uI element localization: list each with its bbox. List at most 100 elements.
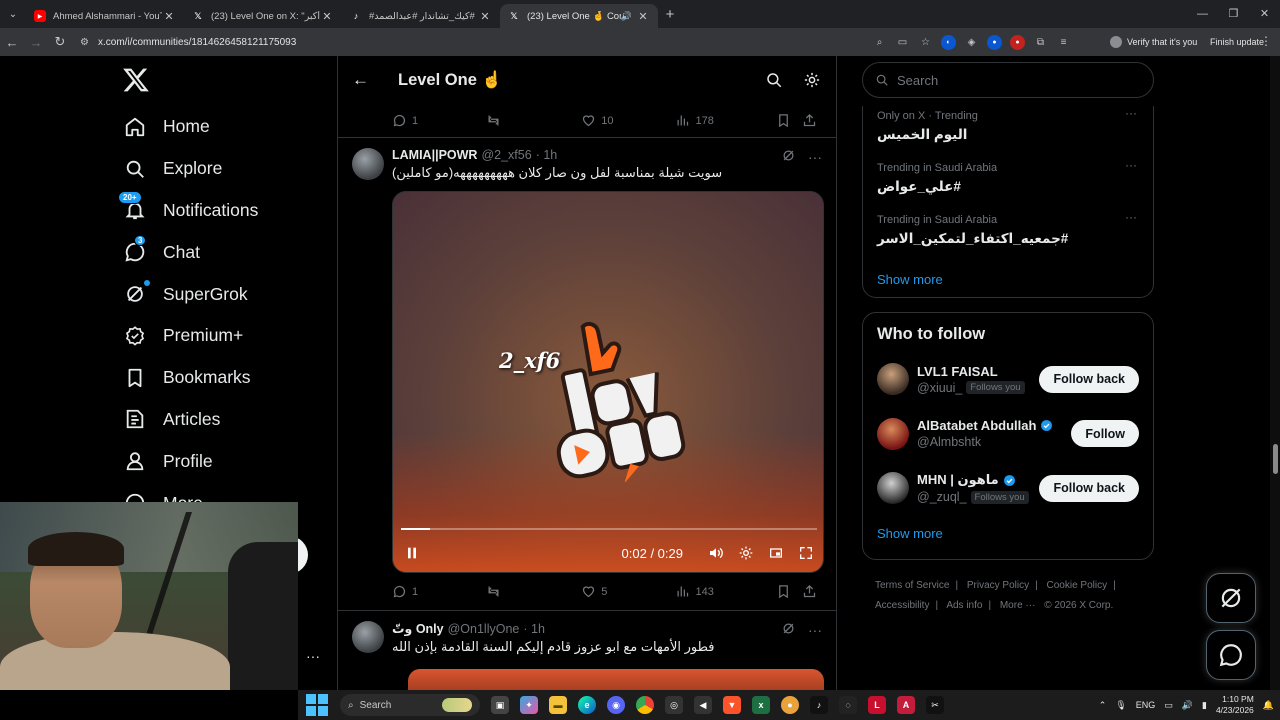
browser-tab[interactable]: ▶ Ahmed Alshammari - YouTube ✕	[26, 4, 184, 28]
windows-start-icon[interactable]	[306, 694, 328, 716]
page-scrollbar[interactable]	[1270, 56, 1280, 690]
notification-bell-icon[interactable]: 🔔	[1263, 700, 1274, 711]
nav-notifications[interactable]: 20+ Notifications	[118, 190, 258, 232]
account-more-icon[interactable]: ···	[306, 648, 320, 664]
scrollbar-thumb[interactable]	[1273, 444, 1278, 474]
close-icon[interactable]: ✕	[478, 10, 492, 23]
volume-icon[interactable]	[707, 544, 725, 562]
media-control-icon[interactable]: ≡	[1056, 35, 1071, 50]
avatar[interactable]	[352, 621, 384, 653]
app-icon[interactable]: ◎	[665, 696, 683, 714]
close-window-icon[interactable]: ✕	[1249, 0, 1280, 28]
follow-suggestion[interactable]: AlBatabet Abdullah @Almbshtk Follow	[863, 407, 1153, 462]
browser-tab[interactable]: ♪ #مجه #كيك_تشاندار #عبدالصمد ✕	[342, 4, 500, 28]
star-icon[interactable]: ☆	[918, 35, 933, 50]
site-info-icon[interactable]: ⚙	[80, 37, 98, 48]
avatar[interactable]	[877, 363, 909, 396]
avatar[interactable]	[877, 417, 909, 450]
footer-link[interactable]: Cookie Policy	[1047, 580, 1108, 591]
footer-link[interactable]: Ads info	[946, 600, 982, 611]
repost-button[interactable]	[486, 113, 581, 128]
footer-link[interactable]: Accessibility	[875, 600, 929, 611]
clock[interactable]: 1:10 PM 4/23/2026	[1216, 694, 1254, 716]
close-icon[interactable]: ✕	[320, 10, 334, 23]
trends-show-more-link[interactable]: Show more	[863, 272, 1153, 287]
author-name[interactable]: LAMIA||POWR	[392, 148, 477, 162]
extension-icon[interactable]: ●	[987, 34, 1002, 50]
speaker-icon[interactable]: 🔊	[621, 11, 632, 22]
address-bar[interactable]: ⚙ x.com/i/communities/181462645812117509…	[80, 31, 868, 53]
close-icon[interactable]: ✕	[162, 10, 176, 23]
back-arrow-icon[interactable]: ←	[0, 35, 24, 50]
microphone-icon[interactable]: 🎙	[1115, 700, 1126, 711]
post-media[interactable]	[408, 669, 824, 690]
trend-item[interactable]: Trending in Saudi Arabia #جمعيه_اكتفاء_ل…	[863, 210, 1153, 266]
network-icon[interactable]: ▭	[1164, 700, 1173, 711]
trend-item[interactable]: Trending in Saudi Arabia #علي_عواض ···	[863, 158, 1153, 214]
volume-icon[interactable]: 🔊	[1182, 700, 1193, 711]
app-icon[interactable]: A	[897, 696, 915, 714]
file-explorer-icon[interactable]: ▬	[549, 696, 567, 714]
reply-button[interactable]: 1	[392, 584, 486, 599]
grok-icon[interactable]	[781, 148, 796, 166]
views-button[interactable]: 178	[675, 113, 776, 128]
more-options-icon[interactable]: ···	[808, 149, 822, 165]
reply-button[interactable]: 1	[392, 113, 486, 128]
footer-link[interactable]: More ···	[1000, 600, 1036, 611]
trend-item[interactable]: Only on X · Trending اليوم الخميس ···	[863, 106, 1153, 162]
chrome-icon[interactable]	[636, 696, 654, 714]
avatar[interactable]	[352, 148, 384, 180]
author-name[interactable]: وتّ Only	[392, 621, 444, 636]
follow-back-button[interactable]: Follow back	[1039, 365, 1139, 393]
footer-link[interactable]: Terms of Service	[875, 580, 949, 591]
app-icon[interactable]: ◀	[694, 696, 712, 714]
post-time[interactable]: · 1h	[536, 148, 558, 162]
follow-name-row[interactable]: MHN | ماهون	[917, 472, 1039, 488]
nav-premium[interactable]: Premium+	[122, 315, 258, 357]
follow-back-button[interactable]: Follow back	[1039, 474, 1139, 502]
chevron-up-icon[interactable]: ⌃	[1099, 700, 1107, 711]
battery-icon[interactable]: ▮	[1202, 700, 1207, 711]
pause-icon[interactable]	[403, 544, 421, 562]
x-logo-icon[interactable]	[122, 66, 150, 94]
follow-name-row[interactable]: AlBatabet Abdullah	[917, 418, 1071, 433]
follow-suggestion[interactable]: LVL1 FAISAL @xiuui_ Follows you Follow b…	[863, 352, 1153, 407]
repost-button[interactable]	[486, 584, 581, 599]
author-handle[interactable]: @2_xf56	[481, 148, 531, 162]
search-icon[interactable]	[764, 70, 784, 90]
fullscreen-icon[interactable]	[797, 544, 815, 562]
nav-supergrok[interactable]: SuperGrok	[122, 273, 258, 315]
footer-link[interactable]: Privacy Policy	[967, 580, 1029, 591]
discord-icon[interactable]: ◉	[607, 696, 625, 714]
author-handle[interactable]: @On1llyOne	[448, 622, 520, 636]
follow-name[interactable]: LVL1 FAISAL	[917, 364, 1039, 379]
cast-icon[interactable]: ▭	[895, 35, 910, 50]
more-options-icon[interactable]: ···	[1125, 106, 1137, 120]
browser-tab-active[interactable]: 𝕏 (23) Level One 🤞 Communi 🔊 ✕	[500, 4, 658, 28]
messages-fab-button[interactable]	[1206, 630, 1256, 680]
more-options-icon[interactable]: ···	[1125, 210, 1137, 224]
back-arrow-icon[interactable]: ←	[352, 70, 372, 90]
nav-bookmarks[interactable]: Bookmarks	[122, 357, 258, 399]
menu-kebab-icon[interactable]: ⋮	[1260, 34, 1272, 48]
extension-icon[interactable]: ◈	[964, 35, 979, 50]
app-icon[interactable]: ●	[781, 696, 799, 714]
follow-show-more-link[interactable]: Show more	[863, 526, 1153, 541]
extension-icon[interactable]: ●	[1010, 34, 1025, 50]
search-input[interactable]: Search	[862, 62, 1154, 98]
post-time[interactable]: · 1h	[523, 622, 545, 636]
nav-home[interactable]: Home	[122, 106, 258, 148]
tiktok-icon[interactable]: ♪	[810, 696, 828, 714]
share-button[interactable]	[802, 113, 822, 128]
edge-icon[interactable]: e	[578, 696, 596, 714]
bookmark-button[interactable]	[776, 113, 802, 128]
puzzle-icon[interactable]: ⧉	[1033, 35, 1048, 50]
avatar[interactable]	[877, 472, 909, 505]
grok-icon[interactable]	[781, 621, 796, 639]
language-indicator[interactable]: ENG	[1136, 700, 1156, 710]
extension-icon[interactable]: ◐	[941, 34, 956, 50]
taskbar-search[interactable]: ⌕ Search	[340, 694, 480, 716]
close-icon[interactable]: ✕	[636, 10, 650, 23]
nav-explore[interactable]: Explore	[122, 148, 258, 190]
nav-articles[interactable]: Articles	[122, 399, 258, 441]
